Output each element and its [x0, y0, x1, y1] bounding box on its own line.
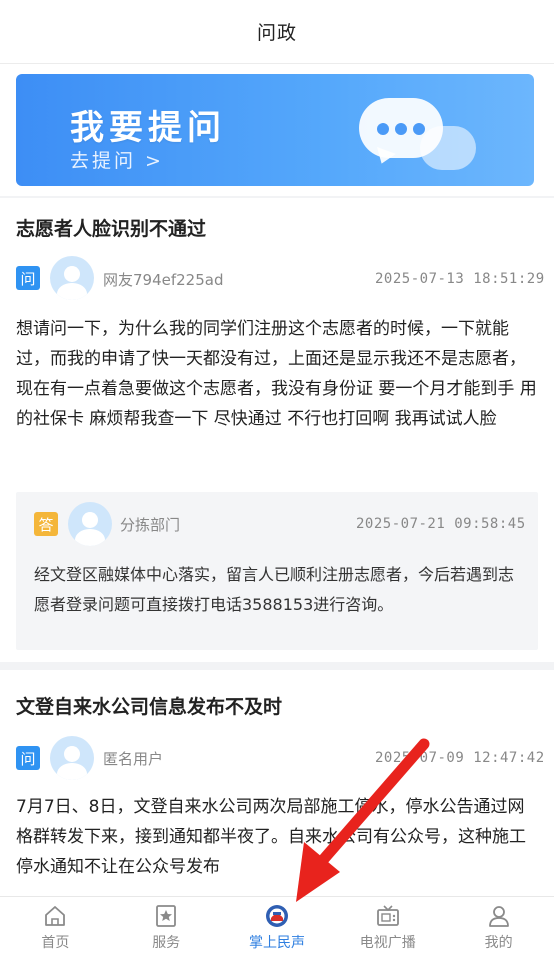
post-author: 匿名用户 [103, 750, 164, 768]
post-card[interactable]: 志愿者人脸识别不通过 问 网友794ef225ad 2025-07-13 18:… [0, 198, 554, 662]
post-content: 想请问一下，为什么我的同学们注册这个志愿者的时候，一下就能过，而我的申请了快一天… [16, 319, 537, 429]
top-bar: 问政 [0, 0, 554, 64]
ask-question-banner[interactable]: 我要提问 去提问 > [16, 74, 534, 186]
post-title[interactable]: 志愿者人脸识别不通过 [16, 214, 206, 241]
banner-subtitle-link[interactable]: 去提问 > [70, 146, 164, 173]
tab-service[interactable]: 服务 [111, 897, 222, 956]
question-badge: 问 [16, 746, 40, 770]
tv-icon [376, 905, 399, 926]
logo-icon [265, 905, 288, 927]
answer-badge: 答 [34, 512, 58, 536]
avatar [50, 736, 94, 780]
reply-box: 答 分拣部门 2025-07-21 09:58:45 经文登区融媒体中心落实，留… [16, 492, 538, 650]
page-title: 问政 [256, 22, 297, 44]
tab-label: 掌上民声 [248, 935, 305, 951]
avatar [50, 256, 94, 300]
home-icon [45, 906, 66, 926]
user-icon [488, 906, 509, 927]
chat-bubble-icon [359, 98, 443, 158]
bottom-tab-bar: 首页 服务 掌上民声 电视广播 我的 [0, 896, 554, 956]
banner-section: 我要提问 去提问 > [0, 64, 554, 196]
tab-mine[interactable]: 我的 [443, 897, 554, 956]
tab-label: 电视广播 [359, 935, 416, 951]
reply-time: 2025-07-21 09:58:45 [356, 516, 526, 532]
reply-department: 分拣部门 [120, 516, 181, 534]
post-time: 2025-07-09 12:47:42 [375, 750, 545, 766]
divider [0, 662, 554, 670]
avatar [68, 502, 112, 546]
service-icon [156, 905, 177, 927]
post-author: 网友794ef225ad [103, 271, 224, 289]
post-time: 2025-07-13 18:51:29 [375, 271, 545, 287]
tab-people-voice[interactable]: 掌上民声 [222, 897, 333, 956]
banner-title: 我要提问 [70, 108, 226, 148]
post-card[interactable]: 文登自来水公司信息发布不及时 问 匿名用户 2025-07-09 12:47:4… [0, 670, 554, 896]
reply-content: 经文登区融媒体中心落实，留言人已顺利注册志愿者，今后若遇到志愿者登录问题可直接拨… [34, 565, 515, 614]
post-content: 7月7日、8日，文登自来水公司两次局部施工停水，停水公告通过网格群转发下来，接到… [16, 797, 526, 877]
tab-label: 首页 [41, 935, 70, 951]
tab-home[interactable]: 首页 [0, 897, 111, 956]
question-badge: 问 [16, 266, 40, 290]
tab-label: 服务 [152, 935, 181, 951]
post-title[interactable]: 文登自来水公司信息发布不及时 [16, 692, 282, 719]
tab-label: 我的 [484, 935, 513, 951]
tab-tv-radio[interactable]: 电视广播 [332, 897, 443, 956]
